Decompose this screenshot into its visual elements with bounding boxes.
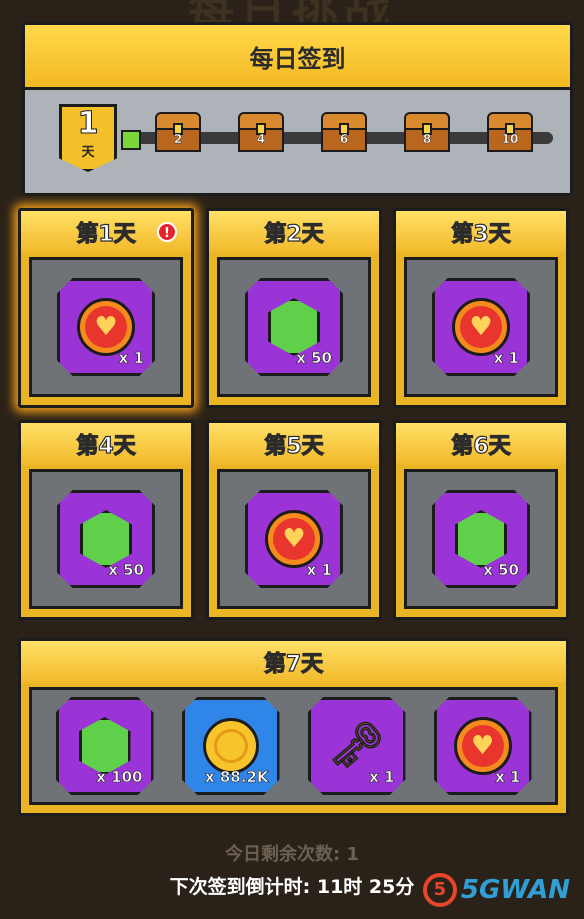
milestone-day: 10 [501,132,519,146]
milestone-day: 8 [422,132,432,146]
day-card-5[interactable]: 第5天 ♥ x 1 [206,420,382,620]
milestone-chest-icon[interactable]: 6 [321,112,367,152]
reward-item[interactable]: ♥ x 1 [245,490,343,588]
gem-icon [80,510,132,568]
heart-coin-icon: ♥ [265,510,323,568]
day-card-header: 第3天 [396,211,566,253]
reward-item[interactable]: x 50 [57,490,155,588]
reward-quantity: x 50 [296,349,332,368]
reward-item[interactable]: x 100 [55,697,154,795]
watermark: 5 5GWAN [422,872,570,908]
reward-quantity: x 88.2K [204,768,269,787]
reward-slot: ♥ x 1 [404,257,558,397]
milestone-chest-icon[interactable]: 4 [238,112,284,152]
reward-item[interactable]: x 50 [432,490,530,588]
day-card-header: 第5天 [209,423,379,465]
day-card-1[interactable]: 第1天 ! ♥ x 1 [18,208,194,408]
reward-item[interactable]: ♥ x 1 [433,697,532,795]
heart-coin-icon: ♥ [453,717,512,775]
day-title: 第1天 [76,221,137,247]
reward-item[interactable]: x 88.2K [181,697,280,795]
milestone-day: 2 [173,132,183,146]
milestone-chest-icon[interactable]: 2 [155,112,201,152]
day-title: 第6天 [451,433,512,459]
milestone-chest-icon[interactable]: 8 [404,112,450,152]
milestone-day: 6 [339,132,349,146]
milestone-chest-icon[interactable]: 10 [487,112,533,152]
reward-slot: x 50 [29,469,183,609]
day-card-2[interactable]: 第2天 x 50 [206,208,382,408]
reward-item[interactable]: x 50 [245,278,343,376]
reward-slot: x 100 x 88.2K 🗝 x 1 ♥ x 1 [29,687,558,805]
milestone-day: 4 [256,132,266,146]
gem-icon [268,298,320,356]
day-card-header: 第4天 [21,423,191,465]
panel-title: 每日签到 [249,44,346,73]
reward-quantity: x 1 [369,768,395,787]
day-title: 第5天 [264,433,325,459]
gem-icon [455,510,507,568]
signin-progress: 1 天 2 4 6 8 10 [25,90,570,193]
day-card-header: 第1天 ! [21,211,191,253]
watermark-logo: 5 [422,873,457,907]
watermark-text: 5GWAN [460,875,570,905]
progress-fill [121,130,141,150]
heart-coin-icon: ♥ [77,298,135,356]
remaining-count: 今日剩余次数: 1 [225,844,359,865]
reward-item[interactable]: 🗝 x 1 [307,697,406,795]
day-title: 第2天 [264,221,325,247]
current-day-number: 1 [77,106,99,141]
reward-quantity: x 50 [108,561,144,580]
day-card-header: 第6天 [396,423,566,465]
reward-quantity: x 100 [96,768,143,787]
day-title: 第4天 [76,433,137,459]
panel-header: 每日签到 [25,25,570,90]
reward-quantity: x 1 [493,349,519,368]
current-day-badge: 1 天 [59,104,117,172]
day-card-header: 第7天 [21,641,566,683]
day-card-7[interactable]: 第7天 x 100 x 88.2K 🗝 x 1 ♥ x 1 [18,638,569,816]
reward-quantity: x 1 [495,768,521,787]
gold-coin-icon [202,718,259,774]
day-card-3[interactable]: 第3天 ♥ x 1 [393,208,569,408]
reward-quantity: x 50 [483,561,519,580]
reward-slot: ♥ x 1 [29,257,183,397]
reward-item[interactable]: ♥ x 1 [57,278,155,376]
heart-coin-icon: ♥ [452,298,510,356]
key-icon: 🗝 [328,720,385,771]
current-day-unit: 天 [81,145,95,160]
daily-signin-panel: 每日签到 1 天 2 4 6 8 10 [22,22,573,196]
day-card-header: 第2天 [209,211,379,253]
alert-icon: ! [157,222,177,242]
reward-item[interactable]: ♥ x 1 [432,278,530,376]
day-title: 第7天 [263,651,324,677]
day-card-6[interactable]: 第6天 x 50 [393,420,569,620]
reward-slot: x 50 [217,257,371,397]
day-card-4[interactable]: 第4天 x 50 [18,420,194,620]
gem-icon [78,717,131,775]
reward-quantity: x 1 [306,561,332,580]
reward-slot: ♥ x 1 [217,469,371,609]
day-title: 第3天 [451,221,512,247]
reward-slot: x 50 [404,469,558,609]
reward-quantity: x 1 [118,349,144,368]
